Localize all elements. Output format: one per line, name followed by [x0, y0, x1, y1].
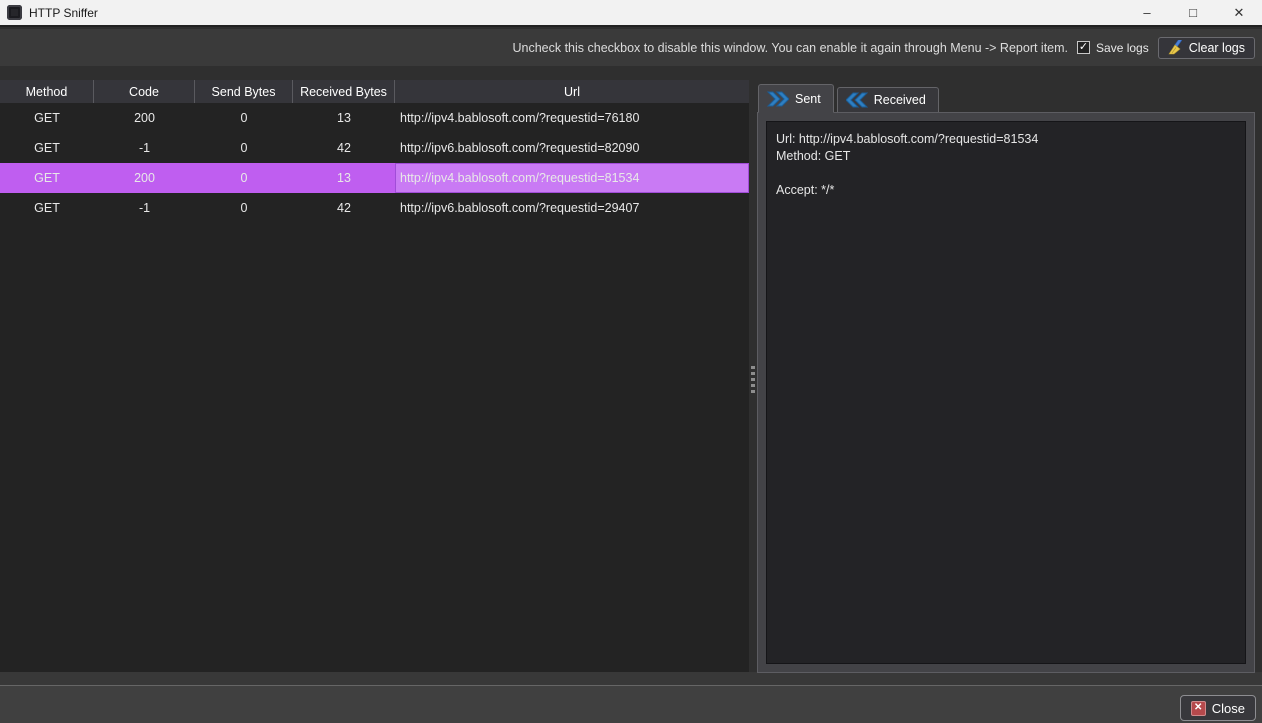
cell-send-bytes[interactable]: 0: [195, 193, 293, 223]
save-logs-checkbox[interactable]: ✓ Save logs: [1077, 41, 1149, 55]
detail-panel: Url: http://ipv4.bablosoft.com/?requesti…: [757, 112, 1255, 673]
column-header-method[interactable]: Method: [0, 80, 94, 103]
table-row[interactable]: GET 200 0 13 http://ipv4.bablosoft.com/?…: [0, 163, 749, 193]
window-title: HTTP Sniffer: [29, 6, 98, 20]
save-logs-label[interactable]: Save logs: [1096, 41, 1149, 55]
double-chevron-right-icon: [767, 91, 789, 107]
table-row[interactable]: GET 200 0 13 http://ipv4.bablosoft.com/?…: [0, 103, 749, 133]
cell-send-bytes[interactable]: 0: [195, 133, 293, 163]
cell-send-bytes[interactable]: 0: [195, 163, 293, 193]
cell-url[interactable]: http://ipv6.bablosoft.com/?requestid=294…: [395, 193, 749, 223]
cell-received-bytes[interactable]: 13: [293, 103, 395, 133]
tab-sent-label: Sent: [795, 92, 821, 106]
cell-received-bytes[interactable]: 42: [293, 133, 395, 163]
detail-tabs: Sent Received: [758, 84, 939, 113]
panel-splitter[interactable]: [749, 66, 757, 672]
column-header-send-bytes[interactable]: Send Bytes: [195, 80, 293, 103]
toolbar: Uncheck this checkbox to disable this wi…: [0, 29, 1262, 66]
double-chevron-left-icon: [846, 92, 868, 108]
close-button[interactable]: ✕ Close: [1180, 695, 1256, 721]
splitter-grip-icon[interactable]: [751, 366, 755, 393]
close-button-label: Close: [1212, 701, 1245, 716]
close-window-button[interactable]: ✕: [1216, 0, 1262, 25]
cell-url[interactable]: http://ipv4.bablosoft.com/?requestid=761…: [395, 103, 749, 133]
maximize-button[interactable]: □: [1170, 0, 1216, 25]
broom-icon: [1168, 40, 1184, 55]
checkbox-icon[interactable]: ✓: [1077, 41, 1090, 54]
cell-send-bytes[interactable]: 0: [195, 103, 293, 133]
cell-method[interactable]: GET: [0, 103, 94, 133]
cell-url[interactable]: http://ipv6.bablosoft.com/?requestid=820…: [395, 133, 749, 163]
table-row[interactable]: GET -1 0 42 http://ipv6.bablosoft.com/?r…: [0, 133, 749, 163]
clear-logs-label: Clear logs: [1189, 41, 1245, 55]
titlebar: HTTP Sniffer – □ ✕: [0, 0, 1262, 27]
window-controls: – □ ✕: [1124, 0, 1262, 25]
footer-bar: ✕ Close: [0, 685, 1262, 723]
column-header-code[interactable]: Code: [94, 80, 195, 103]
table-bottom-strip: [0, 672, 1262, 685]
request-detail-text: Url: http://ipv4.bablosoft.com/?requesti…: [766, 121, 1246, 664]
table-header-row: Method Code Send Bytes Received Bytes Ur…: [0, 80, 749, 103]
minimize-button[interactable]: –: [1124, 0, 1170, 25]
column-header-url[interactable]: Url: [395, 80, 749, 103]
tab-sent[interactable]: Sent: [758, 84, 834, 113]
column-header-received-bytes[interactable]: Received Bytes: [293, 80, 395, 103]
table-row[interactable]: GET -1 0 42 http://ipv6.bablosoft.com/?r…: [0, 193, 749, 223]
cell-code[interactable]: 200: [94, 163, 195, 193]
cell-url[interactable]: http://ipv4.bablosoft.com/?requestid=815…: [395, 163, 749, 193]
requests-table: Method Code Send Bytes Received Bytes Ur…: [0, 80, 749, 672]
cell-received-bytes[interactable]: 42: [293, 193, 395, 223]
cell-method[interactable]: GET: [0, 133, 94, 163]
cell-received-bytes[interactable]: 13: [293, 163, 395, 193]
table-body: GET 200 0 13 http://ipv4.bablosoft.com/?…: [0, 103, 749, 223]
disable-notice-text: Uncheck this checkbox to disable this wi…: [512, 41, 1068, 55]
close-x-icon: ✕: [1191, 701, 1206, 716]
tab-received-label: Received: [874, 93, 926, 107]
clear-logs-button[interactable]: Clear logs: [1158, 37, 1255, 59]
tab-received[interactable]: Received: [837, 87, 939, 113]
cell-method[interactable]: GET: [0, 193, 94, 223]
cell-code[interactable]: 200: [94, 103, 195, 133]
cell-code[interactable]: -1: [94, 133, 195, 163]
app-icon: [7, 5, 22, 20]
cell-code[interactable]: -1: [94, 193, 195, 223]
cell-method[interactable]: GET: [0, 163, 94, 193]
